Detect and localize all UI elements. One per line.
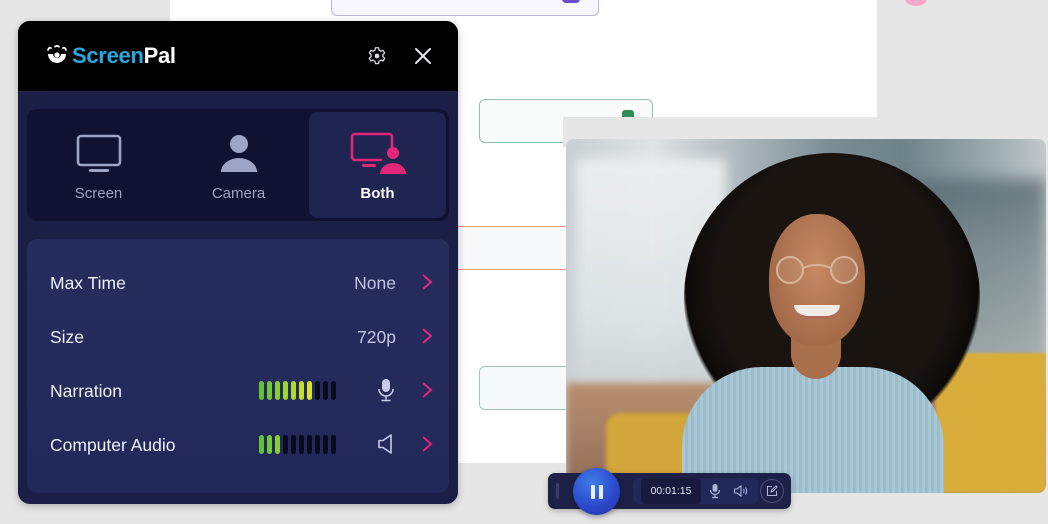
meter-segment (259, 381, 264, 400)
meter-segment (331, 381, 336, 400)
document-highlight-band (456, 226, 576, 270)
meter-segment (315, 381, 320, 400)
meter-segment (315, 435, 320, 454)
document-field (331, 0, 599, 16)
speaker-icon (378, 434, 392, 454)
pause-icon-bar (598, 484, 603, 499)
meter-segment (307, 381, 312, 400)
decorative-shape (905, 0, 927, 6)
microphone-button[interactable] (376, 378, 396, 402)
setting-label: Size (50, 327, 85, 347)
meter-segment (299, 381, 304, 400)
setting-value: 720p (357, 327, 396, 347)
setting-value: None (354, 273, 396, 293)
recording-control-bar: 00:01:15 (548, 468, 791, 515)
edit-icon (766, 485, 778, 497)
meter-segment (283, 435, 288, 454)
person-icon (220, 135, 257, 172)
meter-segment (307, 435, 312, 454)
pause-button[interactable] (573, 468, 620, 515)
setting-computer-audio[interactable]: Computer Audio (27, 424, 449, 464)
microphone-toggle-button[interactable] (703, 478, 727, 504)
edit-button[interactable] (760, 479, 784, 503)
meter-segment (275, 435, 280, 454)
mode-label: Screen (74, 185, 123, 202)
chevron-right-icon (422, 436, 433, 452)
mode-label: Both (360, 185, 395, 202)
document-tag (562, 0, 580, 3)
computer-audio-level-meter (259, 435, 336, 454)
microphone-icon (709, 484, 721, 499)
setting-max-time[interactable]: Max Time None (27, 262, 449, 302)
microphone-icon (378, 379, 394, 402)
brand-name: ScreenPal (72, 43, 176, 69)
setting-size[interactable]: Size 720p (27, 316, 449, 356)
pause-icon (590, 484, 595, 499)
settings-button[interactable] (364, 43, 390, 69)
narration-level-meter (259, 381, 336, 400)
meter-segment (323, 435, 328, 454)
meter-segment (275, 381, 280, 400)
document-field (479, 366, 579, 410)
meter-segment (267, 381, 272, 400)
mode-label: Camera (211, 185, 266, 202)
chevron-right-icon (422, 328, 433, 344)
elapsed-time: 00:01:15 (641, 478, 701, 504)
screenpal-logo: ScreenPal (45, 43, 176, 69)
screenpal-recorder-panel: ScreenPal Screen Camera Both Max Time No… (18, 21, 458, 504)
setting-label: Max Time (50, 273, 126, 293)
monitor-person-icon (350, 132, 406, 176)
gear-icon (368, 47, 386, 65)
brand-name-part2: Pal (143, 43, 176, 68)
mode-screen[interactable]: Screen (30, 112, 167, 218)
mode-camera[interactable]: Camera (170, 112, 307, 218)
monitor-icon (76, 134, 121, 172)
chevron-right-icon (422, 274, 433, 290)
meter-segment (283, 381, 288, 400)
meter-segment (323, 381, 328, 400)
speaker-icon (733, 484, 748, 498)
meter-segment (291, 381, 296, 400)
close-icon (415, 48, 431, 64)
chevron-right-icon (422, 382, 433, 398)
recording-mode-selector: Screen Camera Both (27, 109, 449, 221)
mode-both[interactable]: Both (309, 112, 446, 218)
screenpal-logo-icon (47, 45, 67, 63)
speaker-toggle-button[interactable] (729, 478, 753, 504)
meter-segment (299, 435, 304, 454)
drag-handle[interactable] (556, 483, 559, 499)
meter-segment (267, 435, 272, 454)
meter-segment (259, 435, 264, 454)
setting-label: Computer Audio (50, 435, 176, 455)
setting-label: Narration (50, 381, 122, 401)
close-button[interactable] (410, 43, 436, 69)
setting-narration[interactable]: Narration (27, 370, 449, 410)
webcam-preview (566, 139, 1046, 493)
person-smile (794, 305, 840, 319)
meter-segment (291, 435, 296, 454)
meter-segment (331, 435, 336, 454)
recording-settings: Max Time None Size 720p Narration Comput… (27, 239, 449, 493)
panel-header: ScreenPal (18, 21, 458, 91)
speaker-button[interactable] (376, 432, 396, 456)
person-glasses (776, 256, 858, 284)
recording-status-group: 00:01:15 (633, 478, 758, 504)
brand-name-part1: Screen (72, 43, 144, 68)
